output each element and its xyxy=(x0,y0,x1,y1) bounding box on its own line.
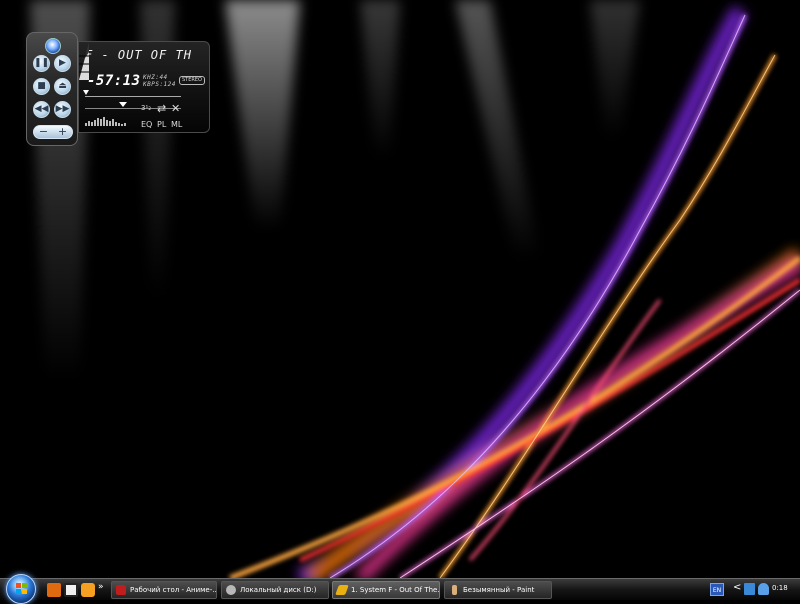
drive-icon xyxy=(226,585,236,595)
quick-launch-media-icon[interactable] xyxy=(47,583,61,597)
volume-stepper: − + xyxy=(33,125,73,139)
taskbar-item-label: Рабочий стол - Аниме-... xyxy=(130,586,217,594)
spectrum-visualizer xyxy=(85,116,131,126)
previous-track-button[interactable]: ◀◀ xyxy=(33,101,50,118)
network-icon[interactable] xyxy=(744,583,755,595)
folder-icon xyxy=(116,585,126,595)
eject-button[interactable]: ⏏ xyxy=(54,78,71,95)
quick-launch-folder-icon[interactable] xyxy=(81,583,95,597)
taskbar-item-desktop[interactable]: Рабочий стол - Аниме-... xyxy=(111,581,217,599)
show-hidden-icons-chevron[interactable]: < xyxy=(733,582,741,593)
taskbar-item-winamp[interactable]: 1. System F - Out Of The... xyxy=(332,581,440,599)
taskbar-item-label: 1. System F - Out Of The... xyxy=(351,586,440,594)
quick-launch-app-icon[interactable] xyxy=(64,583,78,597)
bitrate-label: KBPS:124 xyxy=(143,81,176,88)
taskbar-item-paint[interactable]: Безымянный - Paint xyxy=(444,581,552,599)
desktop: ❚❚ ▶ ■ ⏏ ◀◀ ▶▶ − + F - OUT OF TH -57:13 … xyxy=(0,0,800,578)
windows-logo-icon[interactable] xyxy=(45,38,61,54)
volume-icon[interactable] xyxy=(758,583,769,595)
repeat-icon[interactable]: ⇄ xyxy=(157,102,166,115)
windows-logo-icon xyxy=(16,583,28,595)
volume-slider-handle[interactable] xyxy=(119,102,127,107)
clock[interactable]: 0:18 xyxy=(772,584,788,592)
music-player-window[interactable]: F - OUT OF TH -57:13 KHZ:44 KBPS:124 STE… xyxy=(78,41,210,133)
winamp-lightning-icon xyxy=(335,585,349,595)
seek-slider[interactable] xyxy=(85,96,181,97)
seek-slider-handle[interactable] xyxy=(83,90,89,95)
stereo-badge: STEREO xyxy=(179,76,205,85)
next-track-button[interactable]: ▶▶ xyxy=(54,101,71,118)
settings-tools-icon[interactable]: ✕ xyxy=(171,102,180,115)
sample-rate-label: KHZ:44 xyxy=(143,74,168,81)
taskbar-item-label: Локальный диск (D:) xyxy=(240,586,317,594)
media-library-toggle[interactable]: ML xyxy=(171,120,182,129)
song-title: F - OUT OF TH xyxy=(85,48,192,62)
volume-slider[interactable] xyxy=(85,108,181,109)
shuffle-button[interactable]: 3¹₂ xyxy=(141,104,151,112)
taskbar-item-local-disk[interactable]: Локальный диск (D:) xyxy=(221,581,329,599)
paint-brush-icon xyxy=(452,585,457,595)
play-button[interactable]: ▶ xyxy=(54,55,71,72)
volume-level-meter xyxy=(79,42,89,80)
pause-button[interactable]: ❚❚ xyxy=(33,55,50,72)
volume-up-button[interactable]: + xyxy=(58,126,67,138)
quick-launch-more-chevron[interactable]: » xyxy=(98,582,104,592)
taskbar-item-label: Безымянный - Paint xyxy=(463,586,535,594)
equalizer-toggle[interactable]: EQ xyxy=(141,120,152,129)
language-indicator[interactable]: EN xyxy=(710,583,724,596)
stop-button[interactable]: ■ xyxy=(33,78,50,95)
playlist-toggle[interactable]: PL xyxy=(157,120,166,129)
taskbar: » Рабочий стол - Аниме-... Локальный дис… xyxy=(0,574,800,604)
time-display[interactable]: -57:13 xyxy=(87,73,141,89)
player-remote-panel: ❚❚ ▶ ■ ⏏ ◀◀ ▶▶ − + xyxy=(26,32,78,146)
volume-down-button[interactable]: − xyxy=(39,126,48,138)
